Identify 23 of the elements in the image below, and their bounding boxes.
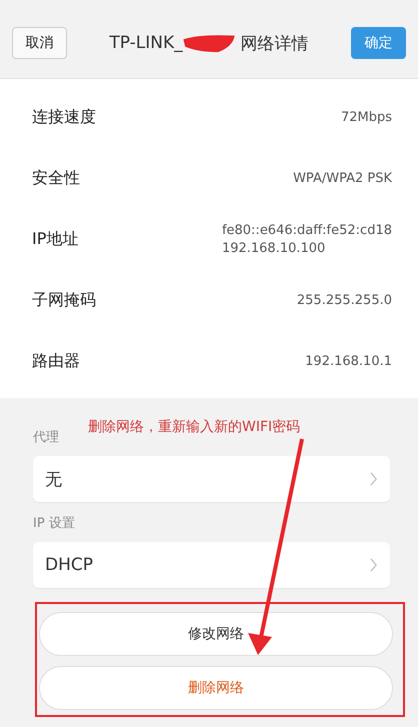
section-label: 代理 (33, 429, 59, 446)
cancel-button[interactable]: 取消 (12, 27, 67, 59)
network-name: TP-LINK_ (109, 33, 183, 53)
setting-selector[interactable]: DHCP (33, 542, 390, 588)
detail-label: 子网掩码 (32, 290, 96, 311)
window-title: 网络详情 (240, 32, 309, 54)
detail-value: fe80::e646:daff:fe52:cd18 (222, 222, 392, 240)
detail-value: 72Mbps (340, 108, 392, 126)
detail-value: 192.168.10.100 (222, 240, 326, 258)
detail-value: 255.255.255.0 (296, 292, 392, 310)
detail-value: WPA/WPA2 PSK (293, 170, 392, 188)
detail-label: IP地址 (32, 229, 78, 250)
section-label: IP 设置 (33, 515, 75, 532)
annotation-text: 删除网络，重新输入新的WIFI密码 (88, 418, 300, 436)
chevron-icon (369, 557, 378, 573)
detail-label: 路由器 (32, 351, 80, 372)
detail-value: 192.168.10.1 (305, 352, 392, 370)
detail-label: 连接速度 (32, 107, 96, 128)
detail-label: 安全性 (32, 168, 80, 189)
modify-button[interactable]: 修改网络 (39, 612, 393, 656)
setting-selector[interactable]: 无 (33, 456, 390, 502)
chevron-icon (369, 471, 378, 487)
delete-button[interactable]: 删除网络 (39, 666, 393, 710)
